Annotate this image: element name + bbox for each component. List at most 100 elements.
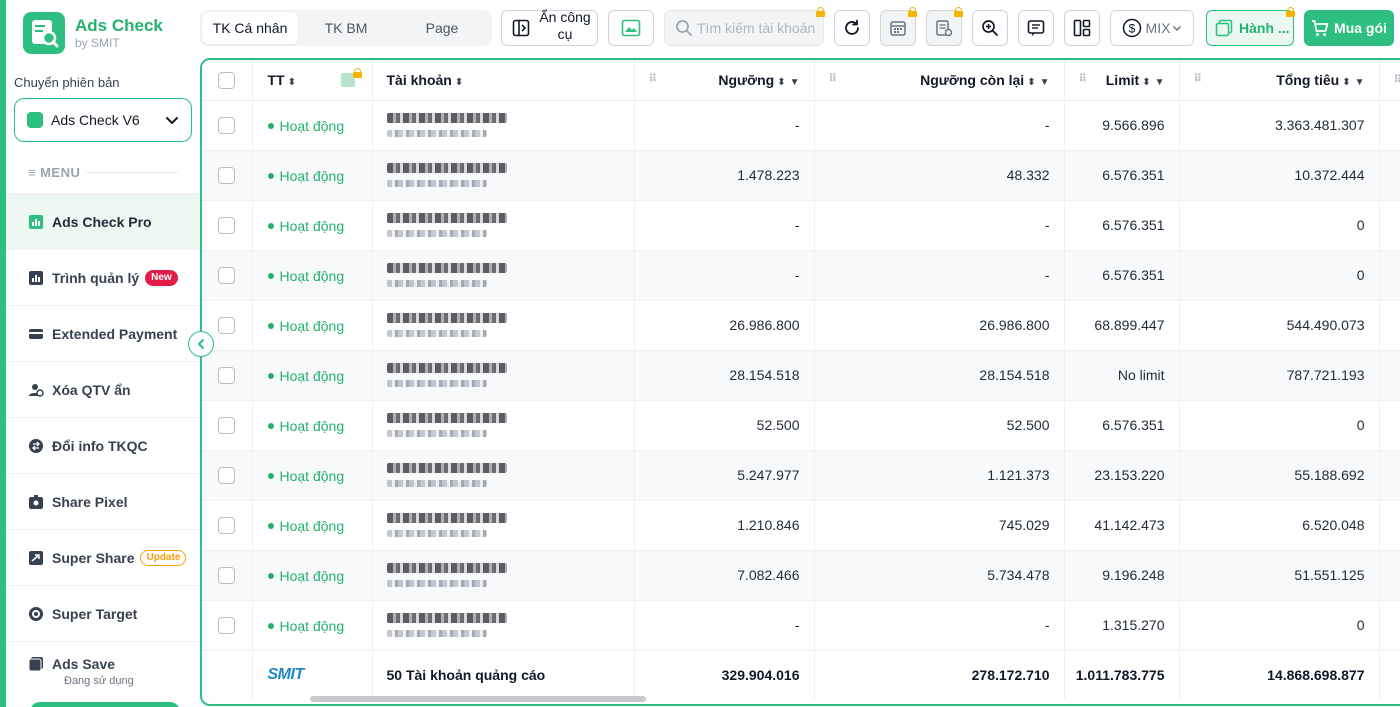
table-row[interactable]: Hoạt động 1.210.846 745.029 41.142.473 6.520… <box>202 500 1400 551</box>
sidebar-item-super-target[interactable]: Super Target <box>6 585 200 641</box>
header-status[interactable]: TT ⬍ <box>252 60 373 101</box>
account-cell[interactable] <box>372 550 635 601</box>
account-cell[interactable] <box>372 500 635 551</box>
account-cell[interactable] <box>372 600 635 651</box>
dropdown-caret-icon[interactable]: ▼ <box>1155 77 1165 88</box>
search-input[interactable] <box>697 20 815 36</box>
sidebar-item-super-share[interactable]: Super Share Update <box>6 529 200 585</box>
tab-page[interactable]: Page <box>394 12 490 44</box>
tab-tk-bm[interactable]: TK BM <box>298 12 394 44</box>
sidebar-item-ads-save[interactable]: Ads Save Đang sử dụng <box>6 641 200 701</box>
action-button[interactable]: Hành ... <box>1206 7 1295 46</box>
table-row[interactable]: Hoạt động 5.247.977 1.121.373 23.153.220 55.… <box>202 450 1400 501</box>
account-cell[interactable] <box>372 150 635 201</box>
sidebar-nav: Ads Check Pro Trình quản lý New Extended… <box>6 193 200 701</box>
sidebar-item-doi-info-tkqc[interactable]: Đổi info TKQC <box>6 417 200 473</box>
row-checkbox[interactable] <box>218 166 236 184</box>
row-checkbox[interactable] <box>218 516 236 534</box>
version-select[interactable]: Ads Check V6 <box>14 98 192 142</box>
currency-select[interactable]: $ MIX <box>1110 10 1194 46</box>
version-selected-value: Ads Check V6 <box>51 112 140 128</box>
table-row[interactable]: Hoạt động - -1.315.270 0 <box>202 600 1400 651</box>
billing-filter-button[interactable] <box>926 7 963 46</box>
header-account[interactable]: Tài khoản ⬍ <box>372 60 635 101</box>
layout-button[interactable] <box>1064 10 1100 46</box>
status-badge: Hoạt động <box>267 618 344 634</box>
status-badge: Hoạt động <box>267 418 344 434</box>
drag-handle-icon[interactable]: ⠿ <box>1079 72 1088 85</box>
dropdown-caret-icon[interactable]: ▼ <box>1355 77 1365 88</box>
collapse-sidebar-button[interactable] <box>188 331 214 357</box>
table-row[interactable]: Hoạt động 26.986.800 26.986.800 68.899.447 5… <box>202 300 1400 351</box>
row-select-cell <box>202 550 253 601</box>
status-dot-icon <box>267 223 274 229</box>
drag-handle-icon[interactable]: ⠿ <box>829 72 838 85</box>
horizontal-scrollbar[interactable] <box>310 696 646 702</box>
threshold-cell: 28.154.518 <box>634 350 815 401</box>
drag-handle-icon[interactable]: ⠿ <box>649 72 658 85</box>
sort-icon: ⬍ <box>777 76 786 88</box>
row-checkbox[interactable] <box>218 466 236 484</box>
table-row[interactable]: Hoạt động 1.478.223 48.332 6.576.351 10.372.… <box>202 150 1400 201</box>
account-cell[interactable] <box>372 450 635 501</box>
account-cell[interactable] <box>372 100 635 151</box>
header-limit[interactable]: ⠿ Limit ⬍ ▼ <box>1064 60 1180 101</box>
dropdown-caret-icon[interactable]: ▼ <box>1040 77 1050 88</box>
account-cell[interactable] <box>372 250 635 301</box>
smit-logo: SMIT <box>267 666 305 684</box>
account-cell[interactable] <box>372 200 635 251</box>
row-checkbox[interactable] <box>218 416 236 434</box>
status-cell: Hoạt động <box>252 200 373 251</box>
row-checkbox[interactable] <box>218 616 236 634</box>
sidebar-item-xoa-qtv-an[interactable]: Xóa QTV ẩn <box>6 361 200 417</box>
table-row[interactable]: Hoạt động - -6.576.351 0 <box>202 250 1400 301</box>
image-icon <box>621 19 641 37</box>
invoice-icon <box>936 20 953 37</box>
row-checkbox[interactable] <box>218 566 236 584</box>
row-checkbox[interactable] <box>218 266 236 284</box>
remaining-cell: 52.500 <box>814 400 1065 451</box>
hide-tools-button[interactable]: Ẩn công cụ <box>501 9 598 46</box>
row-select-cell <box>202 150 253 201</box>
zoom-button[interactable] <box>972 10 1008 46</box>
sidebar-item-trinh-quan-ly[interactable]: Trình quản lý New <box>6 249 200 305</box>
threshold-cell: - <box>634 600 815 651</box>
row-checkbox[interactable] <box>218 216 236 234</box>
table-row[interactable]: Hoạt động - -9.566.896 3.363.481.307 <box>202 100 1400 151</box>
header-remaining[interactable]: ⠿ Ngưỡng còn lại ⬍ ▼ <box>814 60 1065 101</box>
table-row[interactable]: Hoạt động 52.500 52.500 6.576.351 0 <box>202 400 1400 451</box>
sidebar-item-ads-check-pro[interactable]: Ads Check Pro <box>6 193 200 249</box>
header-total[interactable]: ⠿ Tổng tiêu ⬍ ▼ <box>1179 60 1380 101</box>
redacted-account-id <box>386 230 487 237</box>
sidebar-bottom-button[interactable] <box>30 702 180 707</box>
copy-icon <box>1215 19 1233 37</box>
row-checkbox[interactable] <box>218 316 236 334</box>
sidebar-item-share-pixel[interactable]: Share Pixel <box>6 473 200 529</box>
sidebar-item-extended-payment[interactable]: Extended Payment <box>6 305 200 361</box>
row-checkbox[interactable] <box>218 366 236 384</box>
dropdown-caret-icon[interactable]: ▼ <box>790 77 800 88</box>
table-row[interactable]: Hoạt động 7.082.466 5.734.478 9.196.248 51.5… <box>202 550 1400 601</box>
notes-button[interactable] <box>1018 10 1054 46</box>
header-threshold[interactable]: ⠿ Ngưỡng ⬍ ▼ <box>634 60 815 101</box>
buy-package-button[interactable]: Mua gói <box>1304 10 1394 46</box>
drag-handle-icon[interactable]: ⠿ <box>1194 72 1203 85</box>
table-row[interactable]: Hoạt động - -6.576.351 0 <box>202 200 1400 251</box>
cart-icon <box>1312 20 1329 36</box>
row-checkbox[interactable] <box>218 116 236 134</box>
account-cell[interactable] <box>372 350 635 401</box>
account-cell[interactable] <box>372 300 635 351</box>
calendar-button[interactable] <box>880 7 917 46</box>
remaining-cell: - <box>814 250 1065 301</box>
row-select-cell <box>202 100 253 151</box>
table-row[interactable]: Hoạt động 28.154.518 28.154.518 No limit 787… <box>202 350 1400 401</box>
tab-tk-ca-nhan[interactable]: TK Cá nhân <box>202 12 298 44</box>
redacted-account-id <box>386 430 487 437</box>
refresh-button[interactable] <box>834 10 870 46</box>
image-button[interactable] <box>608 10 654 46</box>
account-cell[interactable] <box>372 400 635 451</box>
footer-limit-total: 1.011.783.775 <box>1064 650 1180 700</box>
status-text: Hoạt động <box>279 218 345 234</box>
drag-handle-icon[interactable]: ⠿ <box>1394 73 1400 86</box>
select-all-checkbox[interactable] <box>218 71 236 89</box>
